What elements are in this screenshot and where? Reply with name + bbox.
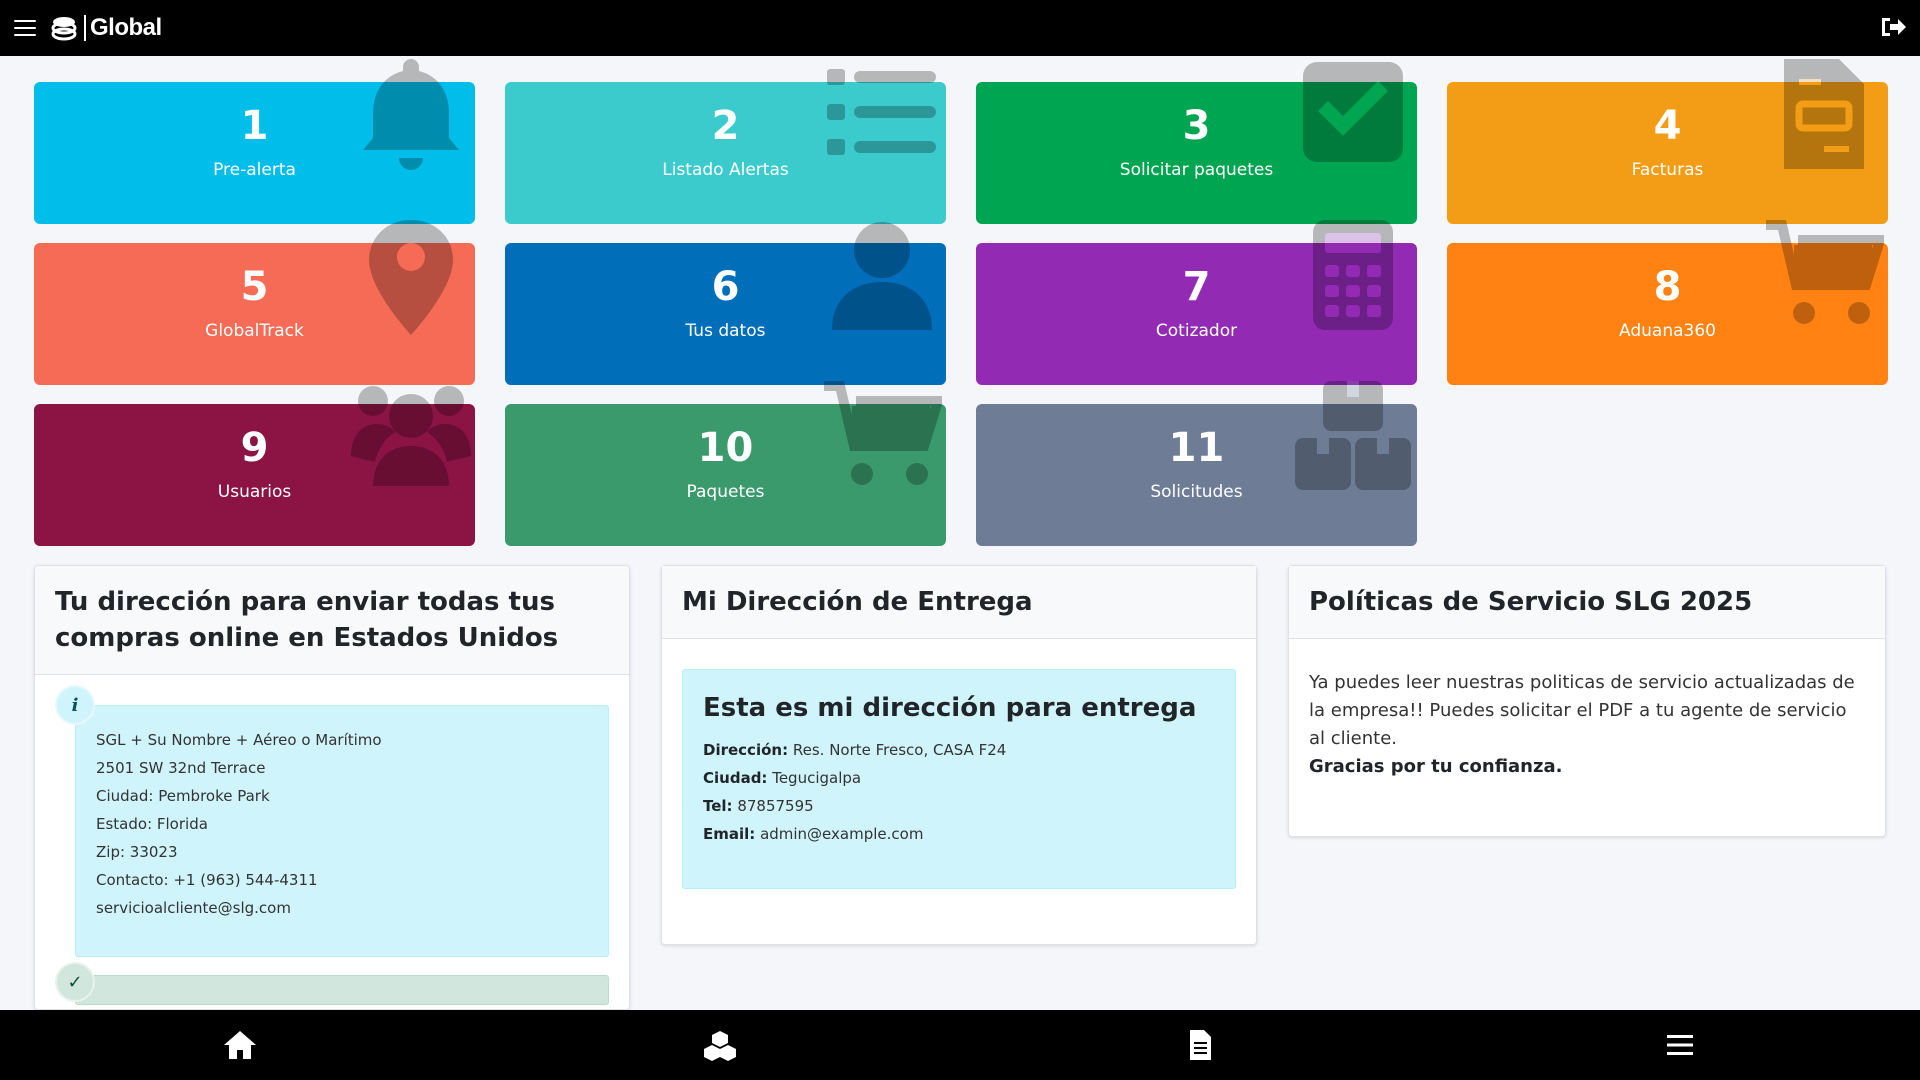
address-label: Dirección: bbox=[703, 741, 789, 759]
email-value: admin@example.com bbox=[760, 825, 924, 843]
tile-number: 4 bbox=[1653, 103, 1682, 149]
policy-title: Políticas de Servicio SLG 2025 bbox=[1309, 587, 1753, 617]
tile-number: 3 bbox=[1182, 103, 1211, 149]
card-body: Ya puedes leer nuestras politicas de ser… bbox=[1289, 639, 1885, 811]
card-header: Mi Dirección de Entrega bbox=[662, 566, 1256, 639]
us-address-box: SGL + Su Nombre + Aéreo o Marítimo 2501 … bbox=[75, 705, 609, 957]
tile-usuarios[interactable]: 9 Usuarios bbox=[34, 386, 475, 546]
tile-label: Pre-alerta bbox=[213, 160, 296, 180]
city-label: Ciudad: bbox=[703, 769, 768, 787]
card-header: Tu dirección para enviar todas tus compr… bbox=[35, 566, 629, 675]
policy-text: Ya puedes leer nuestras politicas de ser… bbox=[1309, 672, 1855, 749]
tile-label: GlobalTrack bbox=[205, 321, 304, 341]
address-line: SGL + Su Nombre + Aéreo o Marítimo bbox=[96, 731, 382, 749]
us-address-card: Tu dirección para enviar todas tus compr… bbox=[34, 565, 630, 1010]
tile-label: Solicitudes bbox=[1150, 482, 1243, 502]
brand-logo[interactable]: Global bbox=[50, 14, 162, 42]
delivery-title: Mi Dirección de Entrega bbox=[682, 587, 1033, 617]
address-line: 2501 SW 32nd Terrace bbox=[96, 759, 266, 777]
brand-name: Global bbox=[84, 15, 162, 41]
menu-icon bbox=[1667, 1035, 1693, 1055]
tile-number: 7 bbox=[1182, 264, 1211, 310]
tile-pre-alerta[interactable]: 1 Pre-alerta bbox=[34, 59, 475, 224]
hamburger-menu-icon[interactable] bbox=[14, 18, 36, 38]
address-line: Estado: Florida bbox=[96, 815, 208, 833]
tile-number: 10 bbox=[697, 425, 754, 471]
delivery-city-row: Ciudad: Tegucigalpa bbox=[703, 764, 1215, 792]
tile-listado-alertas[interactable]: 2 Listado Alertas bbox=[505, 69, 946, 224]
tile-label: Cotizador bbox=[1155, 321, 1238, 341]
card-header: Políticas de Servicio SLG 2025 bbox=[1289, 566, 1885, 639]
tile-solicitudes[interactable]: 11 Solicitudes bbox=[976, 381, 1417, 546]
logout-icon[interactable] bbox=[1878, 12, 1908, 42]
tile-label: Usuarios bbox=[217, 482, 292, 502]
card-body: Esta es mi dirección para entrega Direcc… bbox=[662, 639, 1256, 919]
tile-number: 5 bbox=[240, 264, 269, 310]
document-icon bbox=[1190, 1030, 1211, 1060]
address-line: Ciudad: Pembroke Park bbox=[96, 787, 270, 805]
tile-label: Solicitar paquetes bbox=[1119, 160, 1274, 180]
tile-tus-datos[interactable]: 6 Tus datos bbox=[505, 222, 946, 385]
us-address-title: Tu dirección para enviar todas tus compr… bbox=[55, 587, 559, 653]
address-line: Contacto: +1 (963) 544-4311 bbox=[96, 871, 318, 889]
delivery-box: Esta es mi dirección para entrega Direcc… bbox=[682, 669, 1236, 889]
nav-invoices[interactable] bbox=[960, 1010, 1440, 1080]
boxes-icon bbox=[704, 1031, 736, 1061]
phone-value: 87857595 bbox=[737, 797, 814, 815]
nav-menu[interactable] bbox=[1440, 1010, 1920, 1080]
bottom-nav bbox=[0, 1010, 1920, 1080]
tile-paquetes[interactable]: 10 Paquetes bbox=[505, 381, 946, 546]
address-timeline: i SGL + Su Nombre + Aéreo o Marítimo 250… bbox=[35, 675, 629, 1005]
delivery-address-row: Dirección: Res. Norte Fresco, CASA F24 bbox=[703, 736, 1215, 764]
home-icon bbox=[224, 1031, 256, 1059]
tile-solicitar-paquetes[interactable]: 3 Solicitar paquetes bbox=[976, 62, 1417, 224]
tile-facturas[interactable]: 4 Facturas bbox=[1447, 59, 1888, 224]
tile-label: Aduana360 bbox=[1619, 321, 1716, 341]
info-cards: Tu dirección para enviar todas tus compr… bbox=[34, 565, 1886, 1010]
delivery-email-row: Email: admin@example.com bbox=[703, 820, 1215, 848]
tile-number: 1 bbox=[240, 103, 269, 149]
tile-number: 6 bbox=[711, 264, 740, 310]
city-value: Tegucigalpa bbox=[772, 769, 862, 787]
address-email: servicioalcliente@slg.com bbox=[96, 899, 291, 917]
success-box bbox=[75, 975, 609, 1005]
logo-mark-icon bbox=[51, 17, 77, 41]
nav-packages[interactable] bbox=[480, 1010, 960, 1080]
check-icon: ✓ bbox=[55, 962, 95, 1002]
tile-number: 2 bbox=[711, 103, 740, 149]
delivery-box-title: Esta es mi dirección para entrega bbox=[703, 693, 1197, 723]
policy-thanks: Gracias por tu confianza. bbox=[1309, 756, 1563, 777]
address-line: Zip: 33023 bbox=[96, 843, 178, 861]
tile-label: Tus datos bbox=[685, 321, 766, 341]
tile-label: Listado Alertas bbox=[662, 160, 789, 180]
tile-globaltrack[interactable]: 5 GlobalTrack bbox=[34, 220, 475, 385]
delivery-address-card: Mi Dirección de Entrega Esta es mi direc… bbox=[661, 565, 1257, 945]
tile-cotizador[interactable]: 7 Cotizador bbox=[976, 220, 1417, 385]
phone-label: Tel: bbox=[703, 797, 733, 815]
info-icon: i bbox=[55, 685, 95, 725]
tile-aduana360[interactable]: 8 Aduana360 bbox=[1447, 220, 1888, 385]
address-value: Res. Norte Fresco, CASA F24 bbox=[792, 741, 1007, 759]
tile-label: Paquetes bbox=[686, 482, 765, 502]
tile-number: 9 bbox=[240, 425, 269, 471]
tile-number: 8 bbox=[1653, 264, 1682, 310]
nav-home[interactable] bbox=[0, 1010, 480, 1080]
policy-card: Políticas de Servicio SLG 2025 Ya puedes… bbox=[1288, 565, 1886, 837]
email-label: Email: bbox=[703, 825, 756, 843]
delivery-phone-row: Tel: 87857595 bbox=[703, 792, 1215, 820]
tile-label: Facturas bbox=[1631, 160, 1704, 180]
top-bar: Global bbox=[0, 0, 1920, 56]
tile-number: 11 bbox=[1168, 425, 1225, 471]
dashboard-tiles: 1 Pre-alerta 2 Listado Alertas 3 Solicitar pa… bbox=[34, 59, 1888, 546]
